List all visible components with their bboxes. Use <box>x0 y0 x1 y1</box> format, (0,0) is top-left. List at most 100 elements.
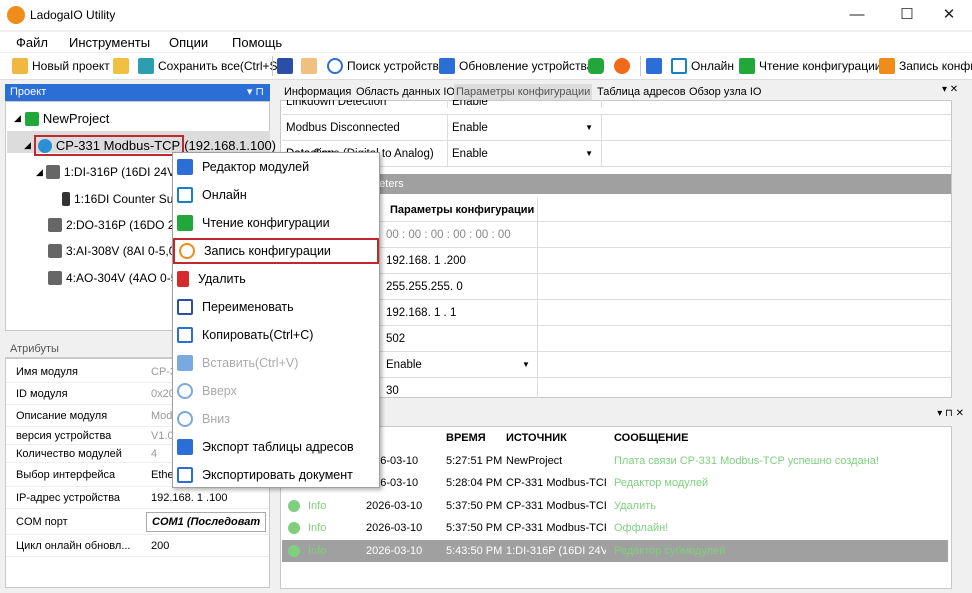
search-devices-button[interactable]: Поиск устройств <box>327 56 439 76</box>
globe-icon <box>37 138 52 153</box>
tab-config[interactable]: Параметры конфигурации <box>454 84 593 100</box>
log-row[interactable]: 026-03-10 5:27:51 PM NewProject Плата св… <box>282 450 948 472</box>
menu-item-label: Удалить <box>198 272 246 286</box>
online-icon <box>671 58 687 74</box>
log-time: 5:28:04 PM <box>446 477 503 489</box>
menu-help[interactable]: Помощь <box>232 35 282 50</box>
minimize-button[interactable]: — <box>834 0 880 30</box>
tab-address-table[interactable]: Таблица адресов <box>595 84 688 100</box>
menu-item-export-doc[interactable]: Экспортировать документ <box>173 461 379 489</box>
menu-item-export-table[interactable]: Экспорт таблицы адресов <box>173 433 379 461</box>
log-row[interactable]: Info 2026-03-10 5:37:50 PM CP-331 Modbus… <box>282 517 948 539</box>
chevron-down-icon: ▼ <box>585 148 593 158</box>
ip-address-value[interactable]: 192.168. 1 .100 <box>146 492 269 504</box>
menu-options[interactable]: Опции <box>169 35 208 50</box>
menu-item-copy[interactable]: Копировать(Ctrl+C) <box>173 321 379 349</box>
config-select[interactable]: Enable ▼ <box>448 140 602 167</box>
gear-icon <box>301 58 317 74</box>
menu-item-read-config[interactable]: Чтение конфигурации <box>173 209 379 237</box>
close-button[interactable]: ✕ <box>926 0 972 30</box>
log-col-time[interactable]: ВРЕМЯ <box>446 432 486 444</box>
enable-select[interactable]: Enable ▼ <box>282 352 951 378</box>
attr-value[interactable]: 200 <box>146 540 269 552</box>
module-label: 2:DO-316P (16DO 2 <box>66 218 175 232</box>
pin-icon[interactable]: ▾ ⊓ ✕ <box>937 408 964 419</box>
ip-address[interactable]: 192.168. 1 .200 <box>282 248 951 274</box>
gateway[interactable]: 192.168. 1 . 1 <box>282 300 951 326</box>
menu-item-label: Вверх <box>202 384 237 398</box>
log-level: Info <box>308 545 327 557</box>
collapse-icon[interactable]: ◢ <box>14 113 21 124</box>
save-all-button[interactable]: Сохранить все(Ctrl+S) <box>138 56 282 76</box>
info-icon <box>588 58 604 74</box>
collapse-icon[interactable]: ◢ <box>36 167 43 178</box>
log-source: NewProject <box>506 455 563 467</box>
menu-item-delete[interactable]: Удалить <box>173 265 379 293</box>
collapse-icon[interactable]: ◢ <box>24 140 31 151</box>
tab-io-node[interactable]: Обзор узла IO <box>687 84 763 100</box>
log-message: Оффлайн! <box>614 522 669 534</box>
tree-submodule[interactable]: 1:16DI Counter Sub <box>62 192 180 206</box>
log-col-message[interactable]: СООБЩЕНИЕ <box>614 432 688 444</box>
read-config-button[interactable]: Чтение конфигурации <box>739 56 882 76</box>
module-label: 4:AO-304V (4AO 0-5 <box>66 271 178 285</box>
warning-button[interactable] <box>614 56 634 76</box>
config-row: Data Save (Digital to Analog)Enable▼ <box>282 140 951 167</box>
log-source: CP-331 Modbus-TCP <box>506 522 606 534</box>
menu-item-online[interactable]: Онлайн <box>173 181 379 209</box>
module-label: 3:AI-308V (8AI 0-5,0 <box>66 244 176 258</box>
mac-address[interactable]: 00 : 00 : 00 : 00 : 00 : 00 <box>282 222 951 248</box>
io-table-button[interactable] <box>277 56 297 76</box>
tree-module-1[interactable]: ◢ 1:DI-316P (16DI 24V <box>36 165 175 179</box>
port[interactable]: 502 <box>282 326 951 352</box>
tab-info[interactable]: Информация <box>282 84 353 100</box>
config-value[interactable]: Enable <box>448 100 602 108</box>
log-scrollbar[interactable] <box>952 426 968 589</box>
config-scrollbar[interactable] <box>952 100 968 398</box>
menu-file[interactable]: Файл <box>16 35 48 50</box>
enable-value: Enable <box>386 358 422 371</box>
title-bar <box>0 0 972 30</box>
menu-item-label: Переименовать <box>202 300 294 314</box>
menu-item-write-config[interactable]: Запись конфигурации <box>173 238 379 264</box>
info-button[interactable] <box>588 56 608 76</box>
maximize-button[interactable]: ☐ <box>884 0 930 30</box>
modules-button[interactable] <box>646 56 666 76</box>
menu-item-down[interactable]: Вниз <box>173 405 379 433</box>
tree-module-2[interactable]: 2:DO-316P (16DO 2 <box>48 218 175 232</box>
config-col-header: Параметры конфигурации <box>282 198 951 222</box>
menu-item-label: Запись конфигурации <box>204 244 331 258</box>
tab-io-data[interactable]: Область данных IO <box>354 84 457 100</box>
log-date: 2026-03-10 <box>366 500 423 512</box>
config-select[interactable]: Enable ▼ <box>448 114 602 141</box>
tree-root[interactable]: ◢ NewProject <box>14 111 109 126</box>
app-logo-icon <box>7 6 25 24</box>
menu-item-up[interactable]: Вверх <box>173 377 379 405</box>
log-row-selected[interactable]: Info 2026-03-10 5:43:50 PM 1:DI-316P (16… <box>282 540 948 562</box>
settings-button[interactable] <box>301 56 321 76</box>
menu-item-rename[interactable]: Переименовать <box>173 293 379 321</box>
log-col-source[interactable]: ИСТОЧНИК <box>506 432 567 444</box>
open-button[interactable] <box>113 56 133 76</box>
tree-module-4[interactable]: 4:AO-304V (4AO 0-5 <box>48 271 177 285</box>
log-row[interactable]: Info 2026-03-10 5:37:50 PM CP-331 Modbus… <box>282 495 948 517</box>
log-row[interactable]: 026-03-10 5:28:04 PM CP-331 Modbus-TCP Р… <box>282 472 948 494</box>
attr-key: COM порт <box>16 515 68 528</box>
pin-icon[interactable]: ▾ ⊓ <box>247 84 264 101</box>
online-button[interactable]: Онлайн <box>671 56 734 76</box>
tree-module-3[interactable]: 3:AI-308V (8AI 0-5,0 <box>48 244 175 258</box>
subnet-mask[interactable]: 255.255.255. 0 <box>282 274 951 300</box>
com-port-select[interactable]: COM1 (Последоват <box>146 511 266 532</box>
config-name: Linkdown Detection <box>282 100 448 108</box>
toolbar-separator <box>272 56 273 76</box>
write-config-label: Запись конфи <box>899 59 972 73</box>
write-config-button[interactable]: Запись конфи <box>879 56 972 76</box>
menu-item-module-editor[interactable]: Редактор модулей <box>173 153 379 181</box>
new-project-button[interactable]: Новый проект <box>12 56 110 76</box>
chevron-down-icon: ▼ <box>585 122 593 132</box>
menu-tools[interactable]: Инструменты <box>69 35 150 50</box>
timeout[interactable]: 30 <box>282 378 951 404</box>
update-device-button[interactable]: Обновление устройства <box>439 56 593 76</box>
menu-item-paste[interactable]: Вставить(Ctrl+V) <box>173 349 379 377</box>
dropdown-icon[interactable]: ▾ ✕ <box>942 84 958 95</box>
